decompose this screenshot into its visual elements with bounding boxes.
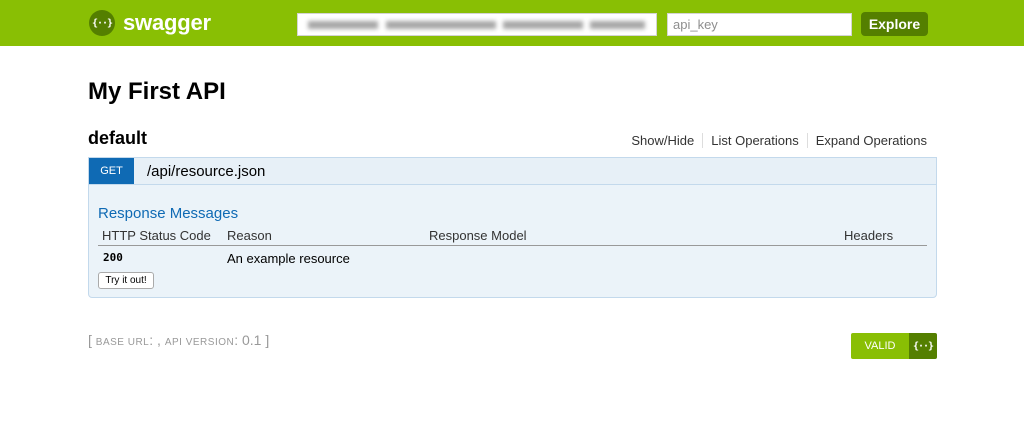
top-bar: {··} swagger Explore: [0, 0, 1024, 46]
api-key-input[interactable]: [667, 13, 852, 36]
api-version-label: api version: [164, 337, 235, 348]
operation-content: Response Messages HTTP Status Code Reaso…: [88, 184, 937, 298]
footer-close-bracket: ]: [265, 332, 270, 348]
swagger-logo-text: swagger: [123, 10, 211, 35]
swagger-logo-icon: {··}: [89, 10, 115, 36]
resource-operation-links: Show/Hide List Operations Expand Operati…: [623, 133, 927, 148]
response-reason: An example resource: [227, 251, 350, 266]
base-url-label: base url: [95, 337, 150, 348]
explore-button[interactable]: Explore: [861, 12, 928, 36]
swagger-logo[interactable]: {··} swagger: [89, 10, 211, 36]
base-url-value: : ,: [149, 332, 161, 348]
page-title: My First API: [88, 78, 226, 105]
redacted-url-segment: [386, 21, 496, 29]
table-header-divider: [98, 245, 927, 246]
footer-info: [ base url: , api version: 0.1 ]: [88, 332, 269, 348]
resource-name-link[interactable]: default: [88, 128, 147, 149]
validator-badge[interactable]: VALID {··}: [851, 333, 937, 359]
operation-heading[interactable]: GET /api/resource.json: [88, 157, 937, 184]
validator-swagger-icon: {··}: [909, 333, 937, 359]
operation-path[interactable]: /api/resource.json: [147, 163, 265, 180]
redacted-url-segment: [503, 21, 583, 29]
column-header-response-model: Response Model: [429, 228, 527, 243]
expand-operations-link[interactable]: Expand Operations: [808, 133, 927, 148]
response-status-code: 200: [103, 251, 123, 264]
try-it-out-button[interactable]: Try it out!: [98, 272, 154, 289]
valid-label: VALID: [851, 333, 909, 359]
api-url-input[interactable]: [297, 13, 657, 36]
footer-open-bracket: [: [88, 332, 92, 348]
redacted-url-segment: [590, 21, 645, 29]
http-method-badge[interactable]: GET: [89, 158, 134, 184]
list-operations-link[interactable]: List Operations: [703, 133, 808, 148]
column-header-reason: Reason: [227, 228, 272, 243]
show-hide-link[interactable]: Show/Hide: [623, 133, 704, 148]
column-header-status-code: HTTP Status Code: [102, 228, 211, 243]
redacted-url-segment: [308, 21, 378, 29]
response-messages-title: Response Messages: [98, 205, 239, 222]
column-header-headers: Headers: [844, 228, 894, 243]
api-version-value: : 0.1: [234, 332, 262, 348]
